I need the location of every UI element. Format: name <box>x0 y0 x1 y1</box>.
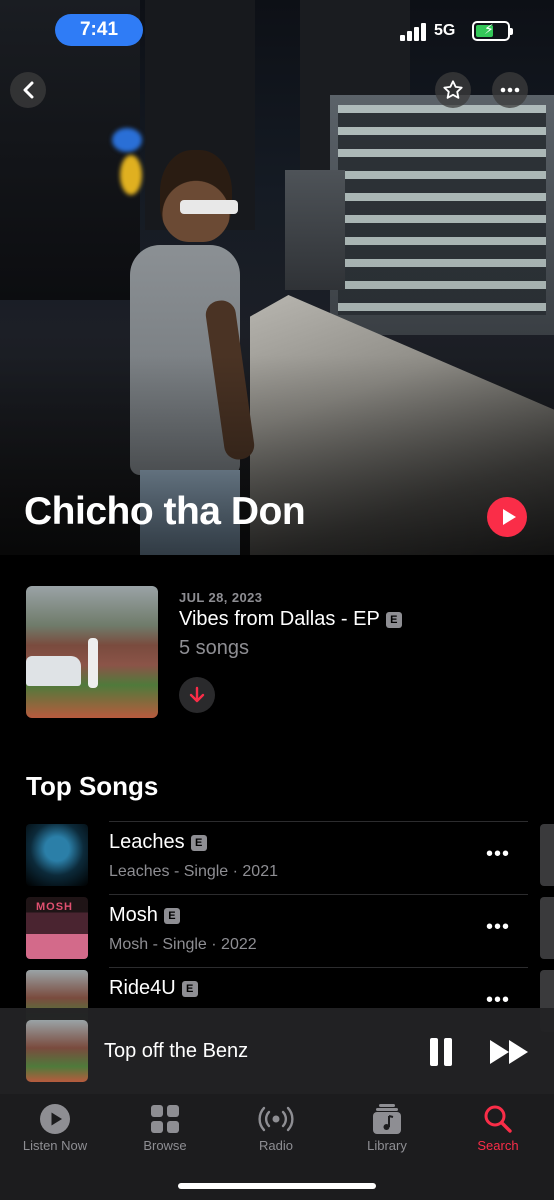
release-song-count: 5 songs <box>179 637 250 659</box>
tab-library[interactable]: Library <box>332 1102 442 1153</box>
release-title[interactable]: Vibes from Dallas - EP E <box>179 608 402 631</box>
tab-radio[interactable]: Radio <box>221 1102 331 1153</box>
status-time[interactable]: 7:41 <box>55 14 143 46</box>
signal-icon <box>400 23 428 41</box>
song-artwork: MOSH <box>26 897 88 959</box>
arrow-down-icon <box>189 686 205 703</box>
tab-listen-now[interactable]: Listen Now <box>0 1102 110 1153</box>
next-column-artwork <box>540 824 554 886</box>
battery-icon: ⚡ <box>472 21 513 41</box>
song-title: Leaches E <box>109 831 207 854</box>
release-cover-art[interactable] <box>26 586 158 718</box>
city-light <box>112 128 142 152</box>
tab-search[interactable]: Search <box>443 1102 553 1153</box>
release-date: JUL 28, 2023 <box>179 590 263 605</box>
ellipsis-icon <box>500 87 520 93</box>
mini-player[interactable]: Top off the Benz <box>0 1008 554 1094</box>
pause-button[interactable] <box>430 1038 454 1066</box>
song-more-button[interactable]: ••• <box>486 843 510 866</box>
home-indicator[interactable] <box>178 1183 376 1189</box>
network-type: 5G <box>434 22 456 39</box>
back-button[interactable] <box>10 72 46 108</box>
explicit-badge: E <box>163 908 180 924</box>
search-icon <box>443 1102 553 1136</box>
status-bar: 7:41 5G ⚡ <box>0 0 554 60</box>
song-meta: Leaches - Single · 2021 <box>109 863 278 880</box>
more-options-button[interactable] <box>492 72 528 108</box>
now-playing-title: Top off the Benz <box>104 1040 249 1062</box>
artist-name: Chicho tha Don <box>24 490 306 533</box>
skip-forward-button[interactable] <box>490 1038 530 1066</box>
play-icon <box>502 509 516 525</box>
explicit-badge: E <box>181 981 198 997</box>
grid-icon <box>110 1102 220 1136</box>
pause-icon <box>430 1038 438 1066</box>
song-title: Mosh E <box>109 904 180 927</box>
forward-icon <box>490 1040 509 1064</box>
tab-browse[interactable]: Browse <box>110 1102 220 1153</box>
song-more-button[interactable]: ••• <box>486 916 510 939</box>
artist-hero-image <box>0 0 554 555</box>
now-playing-artwork <box>26 1020 88 1082</box>
play-artist-button[interactable] <box>487 497 527 537</box>
list-item[interactable]: Leaches E Leaches - Single · 2021 ••• <box>26 821 554 894</box>
song-artwork <box>26 824 88 886</box>
building <box>330 95 554 335</box>
next-column-artwork <box>540 897 554 959</box>
music-library-icon <box>332 1102 442 1136</box>
latest-release[interactable]: JUL 28, 2023 Vibes from Dallas - EP E 5 s… <box>26 586 536 718</box>
building <box>285 170 345 290</box>
song-meta: Mosh - Single · 2022 <box>109 936 257 953</box>
top-songs-heading[interactable]: Top Songs <box>26 771 158 802</box>
play-circle-icon <box>0 1102 110 1136</box>
explicit-badge: E <box>190 835 207 851</box>
list-item[interactable]: MOSH Mosh E Mosh - Single · 2022 ••• <box>26 894 554 967</box>
explicit-badge: E <box>385 612 402 628</box>
favorite-button[interactable] <box>435 72 471 108</box>
chevron-left-icon <box>23 81 34 99</box>
radio-waves-icon <box>221 1102 331 1136</box>
download-button[interactable] <box>179 677 215 713</box>
song-title: Ride4U E <box>109 977 198 1000</box>
star-icon <box>443 80 463 99</box>
